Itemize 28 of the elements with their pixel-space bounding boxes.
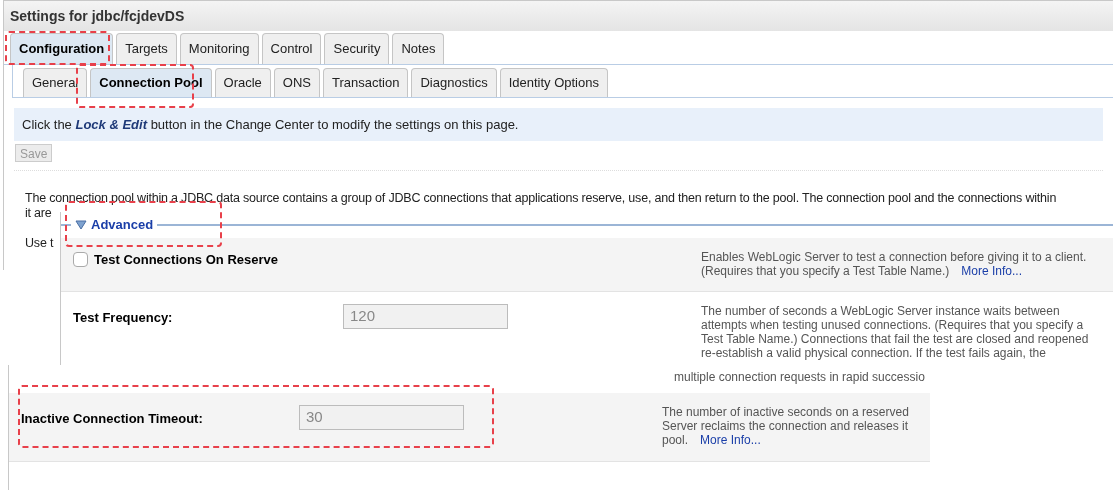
tab[interactable]: Oracle — [214, 68, 271, 97]
tab[interactable]: General — [23, 68, 88, 97]
tab[interactable]: Diagnostics — [411, 68, 497, 97]
setting-description: Enables WebLogic Server to test a connection before giving it to a client. (Requires that you specify a Test Table Name.) More Info... — [701, 250, 1087, 278]
intro-text: Use t — [25, 235, 55, 251]
tab[interactable]: Control — [261, 33, 322, 64]
setting-label: Test Connections On Reserve — [94, 251, 278, 269]
setting-description: multiple connection requests in rapid successio — [673, 369, 926, 386]
setting-description: The number of inactive seconds on a reserved Server reclaims the connection and releases it pool. More Info... — [662, 405, 909, 447]
tab[interactable]: Transaction — [323, 68, 409, 97]
setting-label: Inactive Connection Timeout: — [21, 411, 203, 426]
intro-text: it are — [25, 205, 53, 221]
checkbox[interactable] — [73, 252, 88, 268]
tab[interactable]: Connection Pool — [90, 68, 212, 97]
tab[interactable]: Targets — [116, 33, 177, 64]
tab[interactable]: Monitoring — [179, 33, 259, 64]
tab[interactable]: Configuration — [10, 33, 114, 64]
more-info-link[interactable]: More Info... — [961, 264, 1023, 278]
tab[interactable]: ONS — [273, 68, 320, 97]
lock-notice: Click the Lock & Edit button in the Change Center to modify the settings on this page. — [14, 108, 1103, 141]
title-bar: Settings for jdbc/fcjdevDS — [4, 1, 1113, 31]
tab[interactable]: Security — [324, 33, 390, 64]
setting-description: The number of seconds a WebLogic Server instance waits between attempts when testing unused connections. (Requires that you specify a Test Table Name.) Connections that fail the test are closed and reopened re-establish a valid physical connection. If the test fails again, the — [701, 304, 1089, 360]
tab[interactable]: Identity Options — [499, 68, 608, 97]
setting-label: Test Frequency: — [73, 310, 173, 325]
advanced-toggle[interactable]: Advanced — [71, 215, 158, 235]
tab[interactable]: Notes — [392, 33, 445, 64]
triangle-down-icon — [75, 220, 87, 230]
